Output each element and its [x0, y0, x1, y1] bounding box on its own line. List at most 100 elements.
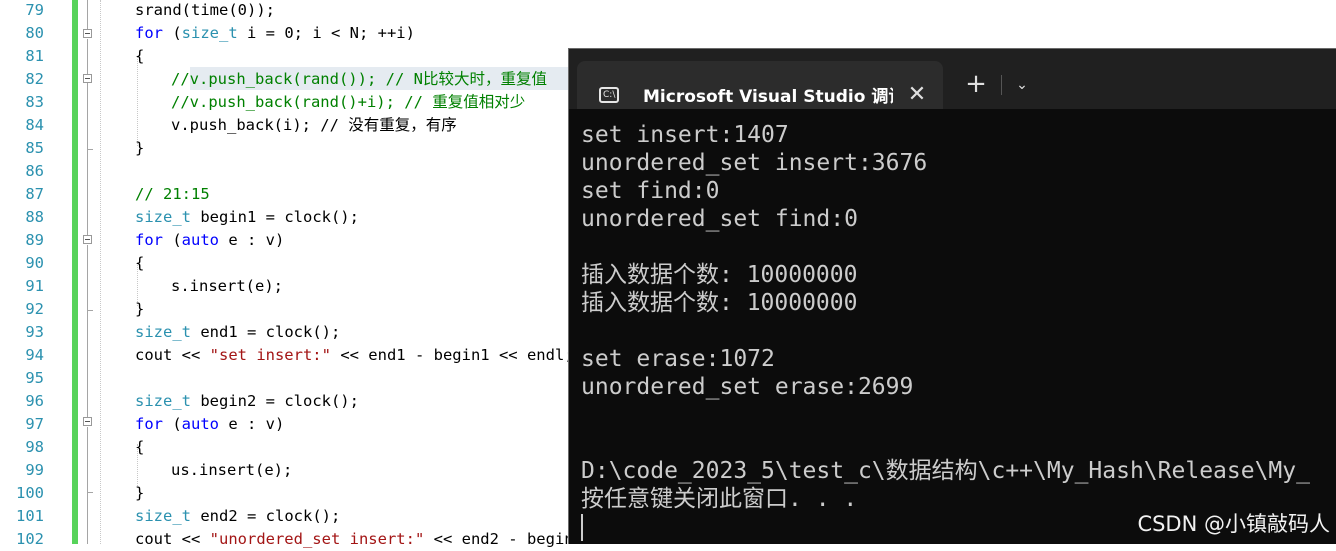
- code-line: for (auto e : v): [135, 229, 284, 252]
- terminal-line: set find:0: [581, 178, 720, 204]
- collapse-icon[interactable]: [83, 235, 92, 244]
- terminal-titlebar[interactable]: C:\ Microsoft Visual Studio 调试控制台 ✕ + ⌄: [569, 49, 1336, 109]
- new-tab-button[interactable]: +: [963, 71, 989, 97]
- code-line: s.insert(e);: [171, 275, 283, 298]
- terminal-line: 插入数据个数: 10000000: [581, 262, 858, 288]
- code-line: size_t end1 = clock();: [135, 321, 340, 344]
- console-icon: C:\: [599, 87, 619, 103]
- code-line: }: [135, 137, 144, 160]
- code-line: // 21:15: [135, 183, 210, 206]
- collapse-icon[interactable]: [83, 29, 92, 38]
- line-number: 93: [25, 323, 44, 341]
- code-line: cout << "set insert:" << end1 - begin1 <…: [135, 344, 574, 367]
- code-token: srand(time(0));: [135, 1, 275, 19]
- tab-title: Microsoft Visual Studio 调试控制台: [643, 87, 893, 107]
- code-line: {: [135, 45, 144, 68]
- terminal-line: D:\code_2023_5\test_c\数据结构\c++\My_Hash\R…: [581, 458, 1310, 484]
- line-number: 87: [25, 185, 44, 203]
- code-token: (: [163, 231, 182, 249]
- terminal-line: unordered_set find:0: [581, 206, 858, 232]
- line-number: 92: [25, 300, 44, 318]
- text-cursor: [581, 514, 583, 541]
- code-line: srand(time(0));: [135, 0, 275, 22]
- code-token: {: [135, 47, 145, 65]
- line-number: 85: [25, 139, 44, 157]
- code-token: "set insert:": [209, 346, 331, 364]
- code-token: "unordered_set insert:": [209, 530, 425, 548]
- line-number: 100: [16, 484, 44, 502]
- terminal-tab[interactable]: C:\ Microsoft Visual Studio 调试控制台 ✕: [577, 61, 943, 109]
- code-line: size_t begin1 = clock();: [135, 206, 359, 229]
- terminal-line: set insert:1407: [581, 122, 789, 148]
- code-token: end1 = clock();: [191, 323, 341, 341]
- collapse-icon[interactable]: [83, 417, 92, 426]
- code-token: (: [163, 24, 182, 42]
- code-line: }: [135, 482, 144, 505]
- code-token: //v.push_back(rand()); // N比较大时，重复值: [171, 70, 547, 88]
- fold-guide: [87, 492, 88, 544]
- terminal-window[interactable]: C:\ Microsoft Visual Studio 调试控制台 ✕ + ⌄ …: [568, 48, 1336, 544]
- line-number: 98: [25, 438, 44, 456]
- code-token: << end1 - begin1 << endl;: [330, 346, 574, 364]
- line-number: 97: [25, 415, 44, 433]
- line-number: 101: [16, 507, 44, 525]
- code-token: for: [135, 415, 163, 433]
- code-token: //v.push_back(rand()+i); // 重复值相对少: [171, 93, 526, 111]
- indent-guide: [100, 0, 101, 544]
- fold-guide: [87, 245, 88, 310]
- code-token: e : v): [219, 231, 285, 249]
- line-number: 79: [25, 1, 44, 19]
- code-token: auto: [181, 231, 219, 249]
- line-number: 86: [25, 162, 44, 180]
- terminal-line: unordered_set erase:2699: [581, 374, 914, 400]
- close-tab-button[interactable]: ✕: [905, 83, 929, 107]
- code-token: i = 0; i < N; ++i): [237, 24, 415, 42]
- code-line: {: [135, 252, 144, 275]
- fold-guide: [87, 427, 88, 492]
- chevron-down-icon[interactable]: ⌄: [1009, 73, 1035, 97]
- terminal-output[interactable]: set insert:1407 unordered_set insert:3676…: [581, 121, 1336, 513]
- line-number: 88: [25, 208, 44, 226]
- line-number: 99: [25, 461, 44, 479]
- line-number: 81: [25, 47, 44, 65]
- code-line: {: [135, 436, 144, 459]
- line-number: 94: [25, 346, 44, 364]
- code-token: auto: [181, 415, 219, 433]
- code-token: end2 = clock();: [191, 507, 341, 525]
- line-number: 91: [25, 277, 44, 295]
- terminal-line: unordered_set insert:3676: [581, 150, 928, 176]
- code-token: (: [163, 415, 182, 433]
- terminal-line: 插入数据个数: 10000000: [581, 290, 858, 316]
- code-token: size_t: [135, 208, 191, 226]
- code-line: size_t end2 = clock();: [135, 505, 340, 528]
- collapse-icon[interactable]: [83, 74, 92, 83]
- code-token: begin1 = clock();: [191, 208, 359, 226]
- line-number: 83: [25, 93, 44, 111]
- code-token: }: [135, 484, 145, 502]
- line-number: 96: [25, 392, 44, 410]
- line-number: 89: [25, 231, 44, 249]
- code-line: }: [135, 298, 144, 321]
- line-number: 84: [25, 116, 44, 134]
- line-number: 95: [25, 369, 44, 387]
- code-token: e : v): [219, 415, 285, 433]
- code-token: v.push_back(i); // 没有重复，有序: [171, 116, 457, 134]
- line-number: 80: [25, 24, 44, 42]
- code-line: for (auto e : v): [135, 413, 284, 436]
- fold-guide: [87, 310, 88, 417]
- code-line: cout << "unordered_set insert:" << end2 …: [135, 528, 574, 551]
- code-token: {: [135, 438, 145, 456]
- terminal-line: 按任意键关闭此窗口. . .: [581, 486, 858, 512]
- code-token: size_t: [181, 24, 238, 42]
- code-token: << end2 - begin: [424, 530, 574, 548]
- fold-guide: [87, 149, 88, 235]
- tab-separator: [1001, 75, 1002, 95]
- code-token: cout <<: [135, 346, 210, 364]
- line-number: 102: [16, 530, 44, 548]
- code-token: for: [135, 231, 163, 249]
- code-token: {: [135, 254, 145, 272]
- code-token: size_t: [135, 507, 191, 525]
- code-token: for: [135, 24, 163, 42]
